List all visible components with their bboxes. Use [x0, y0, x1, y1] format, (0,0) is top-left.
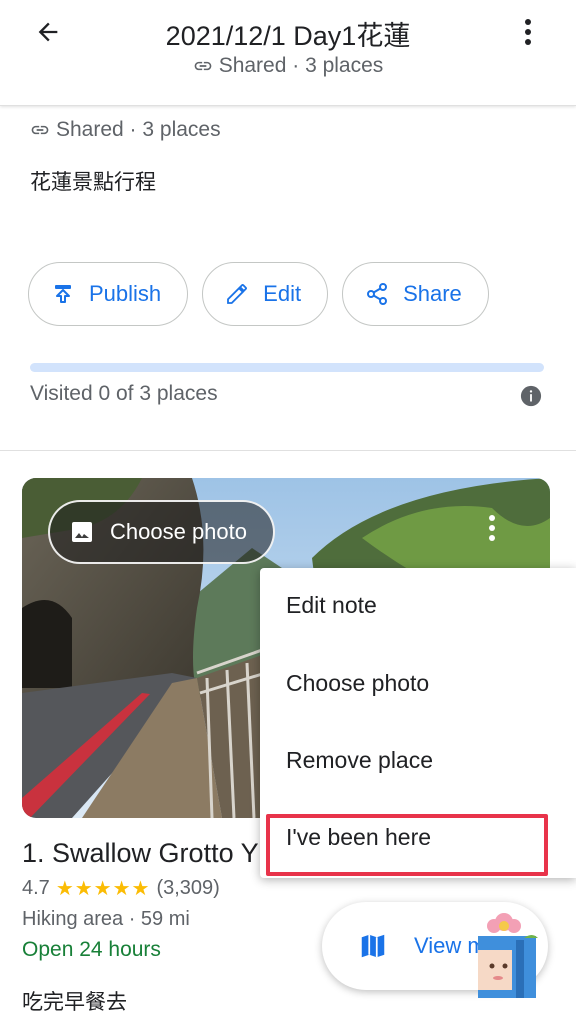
choose-photo-button[interactable]: Choose photo — [48, 500, 275, 564]
edit-button[interactable]: Edit — [202, 262, 329, 326]
link-icon — [194, 61, 212, 71]
share-button[interactable]: Share — [342, 262, 489, 326]
review-count: (3,309) — [156, 877, 220, 899]
list-description: 花蓮景點行程 — [30, 171, 156, 194]
info-icon[interactable] — [520, 385, 542, 407]
publish-icon — [55, 285, 71, 303]
mascot-logo — [478, 913, 538, 998]
publish-label: Publish — [89, 281, 162, 306]
action-chips: Publish Edit Share — [28, 262, 489, 326]
menu-item-remove-place[interactable]: Remove place — [286, 747, 433, 774]
choose-photo-label: Choose photo — [110, 519, 247, 544]
link-icon — [31, 125, 49, 135]
rating-value: 4.7 — [22, 877, 50, 899]
visited-count: Visited 0 of 3 places — [30, 382, 218, 405]
more-options-button[interactable] — [516, 14, 540, 50]
subtitle-text: Shared · 3 places — [218, 54, 384, 77]
publish-button[interactable]: Publish — [28, 262, 189, 326]
page-title: 2021/12/1 Day1花蓮 — [165, 21, 411, 51]
place-note: 吃完早餐去 — [22, 991, 127, 1014]
more-vert-icon — [525, 19, 531, 45]
share-icon — [367, 283, 388, 305]
pencil-icon — [227, 284, 248, 304]
visited-progress-bar — [30, 363, 544, 372]
share-label: Share — [403, 281, 462, 306]
star-rating: ★★★★★ — [55, 878, 151, 900]
rating-row: 4.7 ★★★★★ (3,309) — [22, 876, 220, 901]
shared-meta: Shared · 3 places — [30, 118, 221, 142]
menu-item-edit-note[interactable]: Edit note — [286, 592, 377, 619]
place-title[interactable]: 1. Swallow Grotto Y — [22, 838, 259, 869]
edit-label: Edit — [263, 281, 302, 306]
section-divider — [0, 450, 576, 451]
opening-hours: Open 24 hours — [22, 938, 161, 961]
app-bar: 2021/12/1 Day1花蓮 Shared · 3 places — [0, 0, 576, 106]
photo-more-icon[interactable] — [488, 514, 496, 542]
list-subtitle: Shared · 3 places — [0, 54, 576, 78]
highlight-box — [266, 814, 548, 876]
image-icon — [72, 522, 92, 542]
menu-item-choose-photo[interactable]: Choose photo — [286, 670, 429, 697]
place-category: Hiking area · 59 mi — [22, 908, 190, 930]
meta-text: Shared · 3 places — [56, 118, 221, 141]
map-icon — [361, 934, 385, 958]
